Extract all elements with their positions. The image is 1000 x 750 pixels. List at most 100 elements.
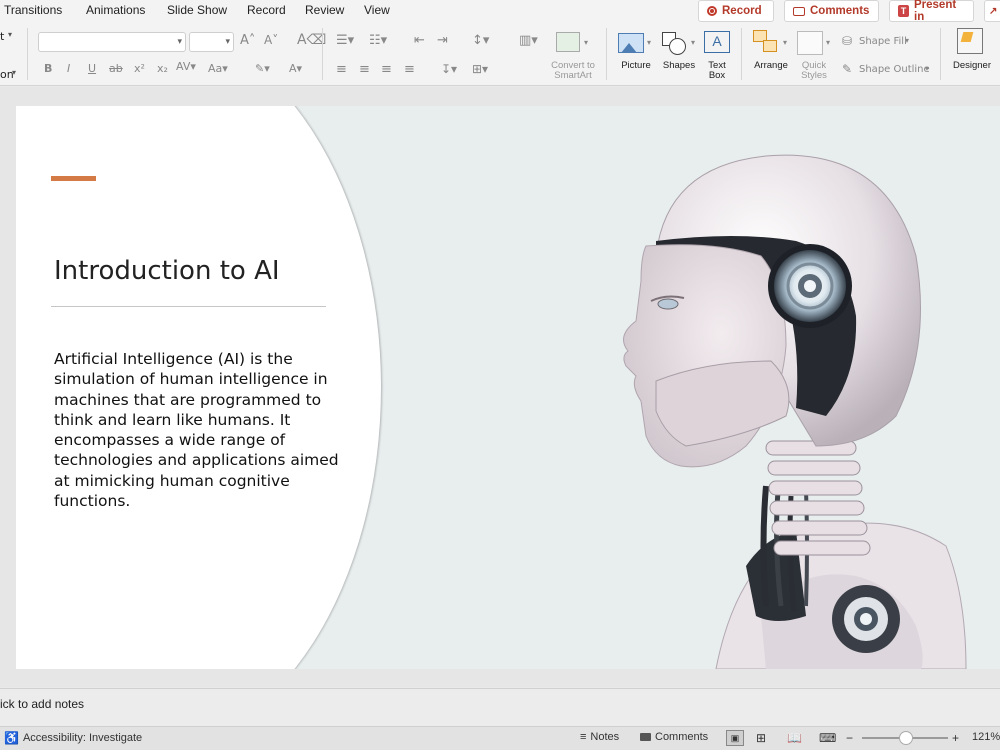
menu-slide-show[interactable]: Slide Show xyxy=(167,3,227,17)
accessibility-icon: ♿ xyxy=(4,731,19,745)
notes-placeholder[interactable]: ick to add notes xyxy=(0,697,84,711)
text-box-icon[interactable]: A xyxy=(704,31,730,53)
convert-smartart-button[interactable]: Convert to SmartArt xyxy=(547,61,599,81)
bullets-icon[interactable]: ☰▾ xyxy=(336,33,354,48)
text-direction-icon[interactable]: ↧▾ xyxy=(441,62,457,76)
quick-styles-button[interactable]: Quick Styles xyxy=(795,61,833,81)
zoom-slider-thumb[interactable] xyxy=(899,731,913,745)
increase-font-size-icon[interactable]: A˄ xyxy=(240,33,255,48)
slide-title[interactable]: Introduction to AI xyxy=(54,256,280,286)
clipped-control-1[interactable]: t xyxy=(0,30,4,43)
comment-icon xyxy=(640,733,651,741)
decrease-font-size-icon[interactable]: A˅ xyxy=(264,33,278,47)
menu-transitions[interactable]: Transitions xyxy=(4,3,62,17)
font-name-combo[interactable]: ▾ xyxy=(38,32,186,52)
robot-image[interactable] xyxy=(596,146,996,669)
comments-label: Comments xyxy=(810,5,870,17)
menu-record[interactable]: Record xyxy=(247,3,286,17)
font-size-combo[interactable]: ▾ xyxy=(189,32,234,52)
bold-icon[interactable]: B xyxy=(44,62,52,75)
menu-animations[interactable]: Animations xyxy=(86,3,145,17)
shape-fill-button[interactable]: Shape Fill xyxy=(859,36,907,47)
notes-toggle-button[interactable]: ≡ Notes xyxy=(580,731,619,743)
pen-icon: ✎ xyxy=(842,62,853,76)
menu-review[interactable]: Review xyxy=(305,3,344,17)
decrease-indent-icon[interactable]: ⇤ xyxy=(414,33,425,48)
numbering-icon[interactable]: ☷▾ xyxy=(369,33,387,48)
comment-icon xyxy=(793,6,805,16)
chevron-down-icon: ▾ xyxy=(826,38,831,47)
menu-view[interactable]: View xyxy=(364,3,390,17)
picture-icon[interactable] xyxy=(618,33,644,53)
italic-icon[interactable]: I xyxy=(67,62,70,75)
align-right-icon[interactable]: ≡ xyxy=(381,62,392,77)
slide-show-icon[interactable]: ⌨ xyxy=(819,731,836,745)
title-divider xyxy=(51,306,326,307)
chevron-down-icon: ▾ xyxy=(925,64,930,73)
menu-bar: Transitions Animations Slide Show Record… xyxy=(0,0,1000,23)
increase-indent-icon[interactable]: ⇥ xyxy=(437,33,448,48)
align-left-icon[interactable]: ≡ xyxy=(336,62,347,77)
accent-bar xyxy=(51,176,96,181)
chevron-down-icon: ▾ xyxy=(905,36,910,45)
quick-styles-icon[interactable] xyxy=(797,31,823,55)
strikethrough-icon[interactable]: ab xyxy=(109,62,123,75)
zoom-in-icon[interactable]: + xyxy=(952,731,959,745)
chevron-down-icon: ▾ xyxy=(783,38,788,47)
normal-view-icon[interactable]: ▣ xyxy=(726,730,744,746)
shapes-button[interactable]: Shapes xyxy=(659,61,699,71)
justify-icon[interactable]: ≡ xyxy=(404,62,415,77)
comments-button[interactable]: Comments xyxy=(784,0,879,22)
character-spacing-icon[interactable]: AV▾ xyxy=(176,60,196,73)
subscript-icon[interactable]: x₂ xyxy=(157,62,168,75)
share-button[interactable]: ↗ xyxy=(984,0,1000,22)
align-text-icon[interactable]: ⊞▾ xyxy=(472,62,488,76)
teams-icon: T xyxy=(898,5,909,17)
slide-canvas: Introduction to AI Artificial Intelligen… xyxy=(0,87,1000,687)
font-color-icon[interactable]: A▾ xyxy=(289,62,302,75)
zoom-level[interactable]: 121% xyxy=(972,731,1000,743)
paint-bucket-icon: ⛁ xyxy=(842,34,853,48)
underline-icon[interactable]: U xyxy=(88,62,96,75)
chevron-down-icon: ▾ xyxy=(225,36,230,46)
text-box-button[interactable]: Text Box xyxy=(701,61,733,81)
designer-button[interactable]: Designer xyxy=(948,61,996,71)
chevron-down-icon: ▾ xyxy=(584,38,589,47)
slide-body-text[interactable]: Artificial Intelligence (AI) is the simu… xyxy=(54,349,344,511)
reading-view-icon[interactable]: 📖 xyxy=(787,731,802,745)
line-spacing-icon[interactable]: ↕▾ xyxy=(472,33,489,48)
share-icon: ↗ xyxy=(989,5,998,17)
present-in-teams-button[interactable]: T Present in xyxy=(889,0,974,23)
columns-icon[interactable]: ▥▾ xyxy=(519,33,538,48)
record-button[interactable]: Record xyxy=(698,0,774,22)
accessibility-label: Accessibility: Investigate xyxy=(22,732,143,744)
arrange-button[interactable]: Arrange xyxy=(749,61,793,71)
record-icon xyxy=(707,6,717,16)
smartart-icon[interactable] xyxy=(556,32,580,52)
shapes-icon[interactable] xyxy=(662,32,688,56)
superscript-icon[interactable]: x² xyxy=(134,62,145,75)
chevron-down-icon: ▾ xyxy=(177,36,182,46)
chevron-down-icon: ▾ xyxy=(691,38,696,47)
zoom-out-icon[interactable]: − xyxy=(846,731,853,745)
shape-outline-button[interactable]: Shape Outline xyxy=(859,64,930,75)
chevron-down-icon: ▾ xyxy=(12,68,17,77)
notes-icon: ≡ xyxy=(580,731,587,743)
chevron-down-icon: ▾ xyxy=(647,38,652,47)
slide-sorter-icon[interactable]: ⊞ xyxy=(756,731,766,745)
arrange-icon[interactable] xyxy=(753,30,779,56)
highlight-icon[interactable]: ✎▾ xyxy=(255,62,270,75)
status-bar: ♿ Accessibility: Investigate ≡ Notes Com… xyxy=(0,726,1000,750)
chevron-down-icon: ▾ xyxy=(8,30,13,39)
notes-pane[interactable]: ick to add notes xyxy=(0,688,1000,726)
accessibility-button[interactable]: ♿ Accessibility: Investigate xyxy=(4,731,142,745)
comments-toggle-button[interactable]: Comments xyxy=(640,731,708,743)
record-label: Record xyxy=(722,5,762,17)
slide[interactable]: Introduction to AI Artificial Intelligen… xyxy=(16,106,1000,669)
ribbon: t ▾ on ▾ ▾ ▾ A˄ A˅ A⌫ B I U ab x² x₂ AV▾… xyxy=(0,22,1000,86)
present-label: Present in xyxy=(914,0,957,23)
align-center-icon[interactable]: ≡ xyxy=(359,62,370,77)
picture-button[interactable]: Picture xyxy=(614,61,658,71)
designer-icon[interactable] xyxy=(957,28,983,54)
change-case-icon[interactable]: Aa▾ xyxy=(208,62,228,75)
